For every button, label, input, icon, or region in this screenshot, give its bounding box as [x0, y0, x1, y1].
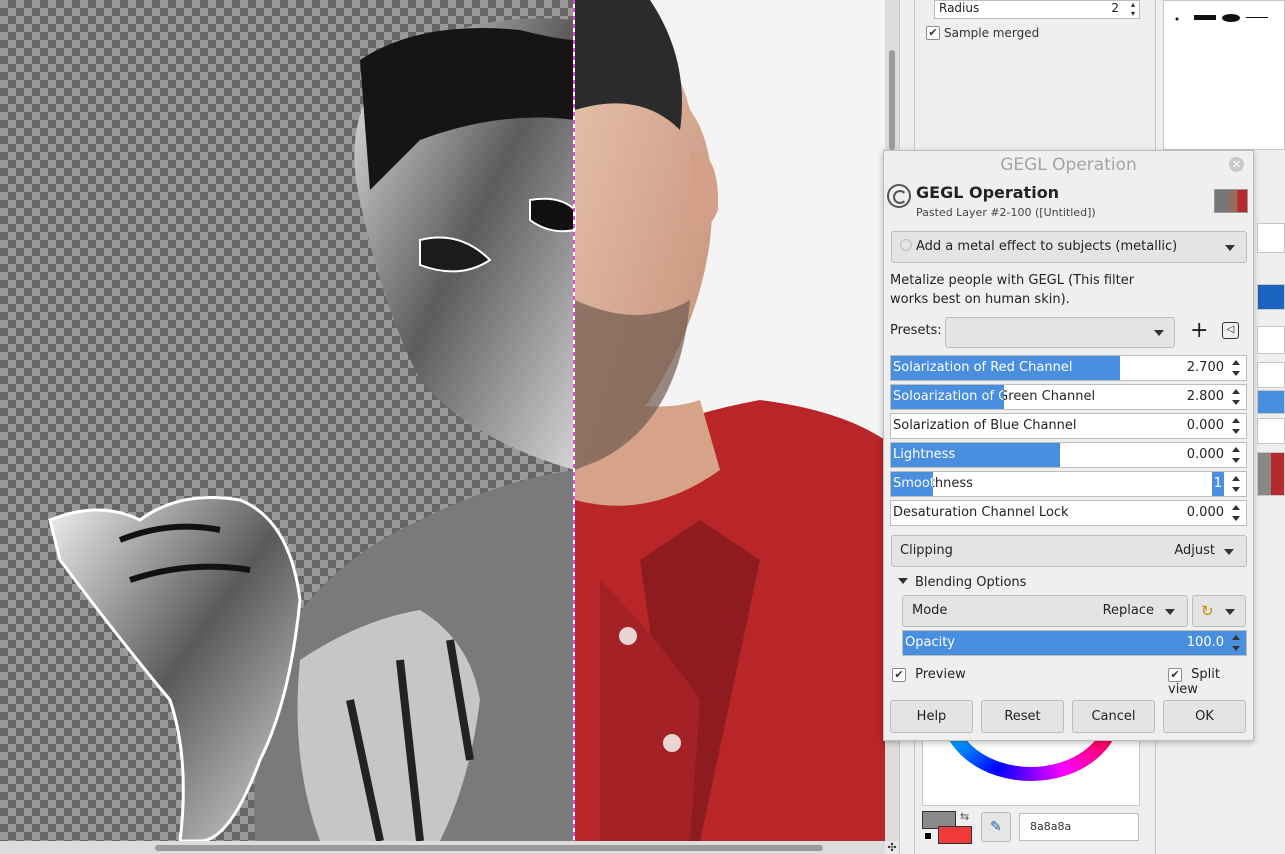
- slider-value[interactable]: 2.800: [1187, 385, 1224, 409]
- chevron-down-icon: [1154, 330, 1164, 336]
- color-wheel[interactable]: [941, 741, 1121, 781]
- chevron-down-icon: [1224, 549, 1234, 555]
- split-view-checkbox[interactable]: ✔: [1168, 667, 1182, 682]
- panel-item[interactable]: [1257, 223, 1285, 253]
- scroll-thumb[interactable]: [155, 845, 823, 851]
- slider-label: Solarization of Blue Channel: [893, 418, 1077, 433]
- panel-item[interactable]: [1257, 326, 1285, 354]
- blending-options-label: Blending Options: [915, 575, 1027, 590]
- slider-value[interactable]: 0.000: [1187, 443, 1224, 467]
- clipping-label: Clipping: [900, 543, 953, 558]
- layer-preview-thumbnail: [1214, 189, 1248, 213]
- slider-label: Smoothness: [893, 472, 973, 496]
- navigate-icon[interactable]: ✣: [885, 841, 899, 854]
- slider-label: Desaturation Channel Lock: [893, 505, 1069, 520]
- brushes-panel[interactable]: [1163, 0, 1285, 150]
- reset-button[interactable]: Reset: [981, 700, 1064, 733]
- canvas-image: [48, 0, 885, 841]
- gegl-operation-dialog: GEGL Operation ✕ GEGL Operation Pasted L…: [883, 150, 1254, 741]
- slider-value[interactable]: 2.700: [1187, 356, 1224, 380]
- preview-toggle[interactable]: ✔ Preview: [892, 667, 966, 682]
- default-colors-icon[interactable]: [924, 832, 932, 840]
- preview-checkbox[interactable]: ✔: [892, 667, 906, 682]
- spin-arrows-icon[interactable]: [1228, 502, 1244, 524]
- parameter-slider[interactable]: Smoothness 1: [890, 471, 1247, 497]
- dialog-subheading: Pasted Layer #2-100 ([Untitled]): [916, 206, 1096, 219]
- brush-previews: [1175, 14, 1268, 22]
- slider-value[interactable]: 1: [1211, 472, 1224, 496]
- blend-mode-dropdown[interactable]: Mode Replace: [902, 595, 1188, 627]
- slider-value[interactable]: 0.000: [1187, 501, 1224, 525]
- hex-color-field[interactable]: 8a8a8a: [1019, 813, 1139, 841]
- opacity-value: 100.0: [1186, 635, 1224, 650]
- spin-arrows-icon[interactable]: ▴ ▾: [1131, 0, 1135, 18]
- clipping-dropdown[interactable]: Clipping Adjust: [891, 535, 1247, 567]
- layer-row[interactable]: [1257, 418, 1285, 444]
- help-button[interactable]: Help: [890, 700, 973, 733]
- preset-menu-icon[interactable]: ◁: [1222, 322, 1239, 339]
- dialog-titlebar[interactable]: GEGL Operation: [884, 151, 1253, 179]
- ok-button[interactable]: OK: [1163, 700, 1246, 733]
- presets-label: Presets:: [890, 323, 942, 338]
- composite-mode-dropdown[interactable]: ↻: [1192, 595, 1246, 627]
- slider-label: Lightness: [893, 447, 956, 462]
- spin-arrows-icon[interactable]: [1228, 444, 1244, 466]
- clipping-value: Adjust: [1174, 543, 1215, 558]
- spin-arrows-icon[interactable]: [1228, 386, 1244, 408]
- spin-arrows-icon[interactable]: [1228, 415, 1244, 437]
- expander-triangle-icon: [898, 578, 908, 584]
- color-picker-button[interactable]: ✎: [981, 812, 1011, 842]
- canvas-horizontal-scrollbar[interactable]: [0, 841, 885, 854]
- chevron-down-icon: [1165, 609, 1175, 615]
- sample-merged-checkbox[interactable]: ✔: [926, 25, 940, 40]
- parameter-slider[interactable]: Solarization of Red Channel 2.700: [890, 355, 1247, 381]
- spin-arrows-icon[interactable]: [1228, 473, 1244, 495]
- slider-value[interactable]: 0.000: [1187, 414, 1224, 438]
- slider-label: Solarization of Red Channel: [893, 360, 1073, 375]
- eyedropper-icon: ✎: [990, 819, 1002, 835]
- opacity-label: Opacity: [905, 635, 956, 650]
- add-preset-icon[interactable]: +: [1190, 319, 1208, 343]
- opacity-slider[interactable]: Opacity 100.0: [902, 630, 1247, 656]
- image-canvas[interactable]: [0, 0, 885, 841]
- blending-options-expander[interactable]: Blending Options: [898, 575, 1026, 590]
- chevron-down-icon: [1225, 245, 1235, 251]
- radius-label: Radius: [939, 1, 980, 15]
- presets-dropdown[interactable]: [945, 317, 1175, 348]
- spin-arrows-icon[interactable]: [1228, 632, 1244, 654]
- swap-colors-icon[interactable]: ⇆: [960, 810, 969, 823]
- dialog-heading: GEGL Operation: [916, 183, 1060, 202]
- radius-spinbox[interactable]: Radius 2 ▴ ▾: [934, 0, 1140, 19]
- split-view-guide[interactable]: [573, 0, 575, 841]
- chevron-down-icon: [1225, 609, 1235, 615]
- split-view-toggle[interactable]: ✔ Split view: [1168, 667, 1253, 697]
- parameter-slider[interactable]: Desaturation Channel Lock 0.000: [890, 500, 1247, 526]
- layer-thumbnail[interactable]: [1257, 452, 1285, 496]
- parameter-slider[interactable]: Solarization of Blue Channel 0.000: [890, 413, 1247, 439]
- selected-layer-row[interactable]: [1257, 390, 1285, 414]
- operation-selector[interactable]: Add a metal effect to subjects (metallic…: [891, 231, 1247, 263]
- sample-merged-label: Sample merged: [944, 25, 1040, 40]
- mode-value: Replace: [1102, 603, 1154, 618]
- mode-label: Mode: [912, 603, 948, 618]
- close-icon[interactable]: ✕: [1229, 157, 1244, 172]
- slider-label: Soloarization of Green Channel: [893, 385, 1095, 409]
- scroll-thumb[interactable]: [889, 50, 895, 150]
- cancel-button[interactable]: Cancel: [1072, 700, 1155, 733]
- parameter-slider[interactable]: Lightness 0.000: [890, 442, 1247, 468]
- layers-mode-icon[interactable]: [1257, 284, 1285, 310]
- operation-selector-label: Add a metal effect to subjects (metallic…: [916, 239, 1178, 254]
- sample-merged-option[interactable]: ✔ Sample merged: [926, 25, 1039, 40]
- operation-description: Metalize people with GEGL (This filter w…: [890, 273, 1135, 307]
- preview-label: Preview: [915, 667, 966, 682]
- gegl-icon: [900, 239, 912, 251]
- parameter-slider[interactable]: Soloarization of Green Channel 2.800: [890, 384, 1247, 410]
- panel-item[interactable]: [1257, 362, 1285, 388]
- background-color-swatch[interactable]: [938, 826, 972, 844]
- composite-mode-icon: ↻: [1201, 602, 1214, 620]
- color-wheel-panel[interactable]: [922, 740, 1140, 806]
- radius-value: 2: [1111, 1, 1119, 15]
- spin-arrows-icon[interactable]: [1228, 357, 1244, 379]
- gegl-logo-icon: [887, 184, 911, 208]
